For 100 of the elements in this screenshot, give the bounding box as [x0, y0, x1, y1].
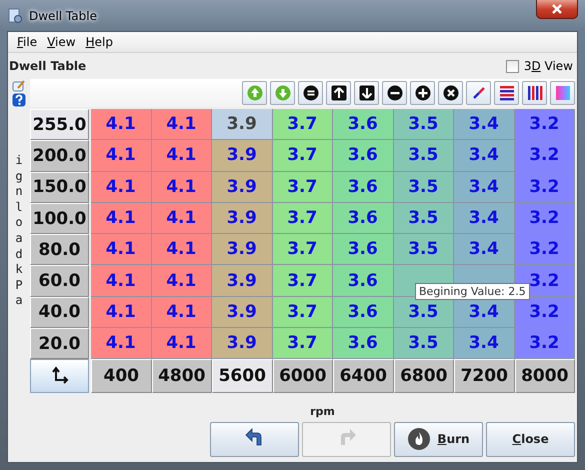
row-header[interactable]: 200.0	[30, 140, 89, 172]
column-header[interactable]: 4800	[152, 359, 212, 394]
row-header[interactable]: 40.0	[30, 296, 89, 328]
view-3d-checkbox[interactable]: 3D View	[506, 59, 573, 73]
table-cell[interactable]: 4.1	[91, 202, 152, 234]
panel-title: Dwell Table	[9, 59, 86, 73]
table-cell[interactable]: 3.7	[272, 265, 333, 297]
table-cell[interactable]: 3.2	[514, 296, 575, 328]
column-header[interactable]: 400	[91, 359, 152, 394]
burn-button[interactable]: Burn	[394, 422, 483, 457]
table-cell[interactable]: 4.1	[91, 296, 152, 328]
table-cell[interactable]: 4.1	[91, 265, 152, 297]
column-header[interactable]: 6400	[333, 359, 394, 394]
table-cell[interactable]: 3.6	[333, 109, 394, 140]
table-cell[interactable]: 3.9	[212, 265, 272, 297]
checkbox[interactable]	[506, 60, 519, 72]
table-cell[interactable]: 3.7	[272, 296, 333, 328]
toolbar-button[interactable]	[522, 81, 547, 105]
table-cell[interactable]: 3.9	[212, 202, 272, 234]
table-cell[interactable]: 4.1	[91, 234, 152, 266]
table-cell[interactable]: 4.1	[152, 296, 212, 328]
close-window-button[interactable]	[536, 0, 578, 19]
menu-item[interactable]: File	[12, 35, 42, 49]
column-header[interactable]: 8000	[514, 359, 575, 394]
table-cell[interactable]: 4.1	[152, 172, 212, 203]
toolbar-button[interactable]	[466, 81, 491, 105]
table-cell[interactable]: 3.4	[454, 234, 514, 266]
column-header[interactable]: 6800	[394, 359, 454, 394]
table-cell[interactable]: 3.6	[333, 172, 394, 203]
table-cell[interactable]: 3.4	[454, 109, 514, 140]
row-header[interactable]: 80.0	[30, 234, 89, 266]
table-cell[interactable]: 3.2	[514, 328, 575, 360]
table-cell[interactable]: 3.2	[514, 234, 575, 266]
table-cell[interactable]: 3.9	[212, 234, 272, 266]
pencil-icon	[470, 85, 486, 101]
table-cell[interactable]: 3.6	[333, 265, 394, 297]
table-cell[interactable]: 3.6	[333, 234, 394, 266]
table-cell[interactable]: 3.5	[394, 202, 454, 234]
table-cell[interactable]: 3.4	[454, 172, 514, 203]
toolbar-button[interactable]	[298, 81, 323, 105]
close-button[interactable]: Close	[486, 422, 575, 457]
table-cell[interactable]: 3.9	[212, 109, 272, 140]
horizontal-stripes-icon	[498, 85, 514, 101]
table-cell[interactable]: 4.1	[91, 109, 152, 140]
menu-item[interactable]: Help	[80, 35, 118, 49]
table-cell[interactable]: 3.6	[333, 296, 394, 328]
table-cell[interactable]: 3.4	[454, 202, 514, 234]
swap-axes-button[interactable]	[30, 359, 89, 394]
toolbar-button[interactable]	[438, 81, 463, 105]
toolbar-button[interactable]	[494, 81, 519, 105]
column-header[interactable]: 6000	[272, 359, 333, 394]
table-cell[interactable]: 3.7	[272, 172, 333, 203]
table-cell[interactable]: 3.7	[272, 234, 333, 266]
toolbar-button[interactable]	[382, 81, 407, 105]
table-cell[interactable]: 4.1	[152, 328, 212, 360]
table-cell[interactable]: 4.1	[91, 140, 152, 172]
table-cell[interactable]: 3.6	[333, 328, 394, 360]
toolbar-button[interactable]	[326, 81, 351, 105]
table-cell[interactable]: 3.5	[394, 234, 454, 266]
table-cell[interactable]: 4.1	[152, 265, 212, 297]
table-cell[interactable]: 3.9	[212, 140, 272, 172]
table-cell[interactable]: 3.7	[272, 328, 333, 360]
table-cell[interactable]: 3.7	[272, 202, 333, 234]
table-cell[interactable]: 3.9	[212, 328, 272, 360]
table-cell[interactable]: 3.5	[394, 172, 454, 203]
undo-button[interactable]	[210, 422, 299, 457]
toolbar-button[interactable]	[354, 81, 379, 105]
table-cell[interactable]: 3.5	[394, 109, 454, 140]
table-cell[interactable]: 3.2	[514, 140, 575, 172]
row-header[interactable]: 60.0	[30, 265, 89, 297]
table-cell[interactable]: 4.1	[91, 328, 152, 360]
table-cell[interactable]: 3.6	[333, 202, 394, 234]
table-cell[interactable]: 3.2	[514, 202, 575, 234]
table-cell[interactable]: 3.7	[272, 140, 333, 172]
flame-icon	[407, 427, 432, 452]
table-cell[interactable]: 3.4	[454, 140, 514, 172]
table-cell[interactable]: 4.1	[152, 234, 212, 266]
column-header[interactable]: 5600	[212, 359, 272, 394]
toolbar-button[interactable]	[410, 81, 435, 105]
row-header[interactable]: 255.0	[30, 109, 89, 140]
note-pencil-icon[interactable]	[12, 79, 26, 93]
table-cell[interactable]: 3.2	[514, 109, 575, 140]
table-cell[interactable]: 3.9	[212, 296, 272, 328]
table-cell[interactable]: 3.7	[272, 109, 333, 140]
table-cell[interactable]: 4.1	[91, 172, 152, 203]
table-cell[interactable]: 4.1	[152, 140, 212, 172]
help-icon[interactable]	[12, 93, 26, 107]
table-cell[interactable]: 3.2	[514, 172, 575, 203]
table-cell[interactable]: 3.9	[212, 172, 272, 203]
menu-item[interactable]: View	[42, 35, 81, 49]
row-header[interactable]: 150.0	[30, 172, 89, 203]
table-cell[interactable]: 3.6	[333, 140, 394, 172]
table-cell[interactable]: 3.5	[394, 328, 454, 360]
row-header[interactable]: 100.0	[30, 202, 89, 234]
table-cell[interactable]: 4.1	[152, 109, 212, 140]
table-cell[interactable]: 3.4	[454, 328, 514, 360]
table-cell[interactable]: 3.5	[394, 140, 454, 172]
column-header[interactable]: 7200	[454, 359, 514, 394]
row-header[interactable]: 20.0	[30, 328, 89, 360]
table-cell[interactable]: 4.1	[152, 202, 212, 234]
